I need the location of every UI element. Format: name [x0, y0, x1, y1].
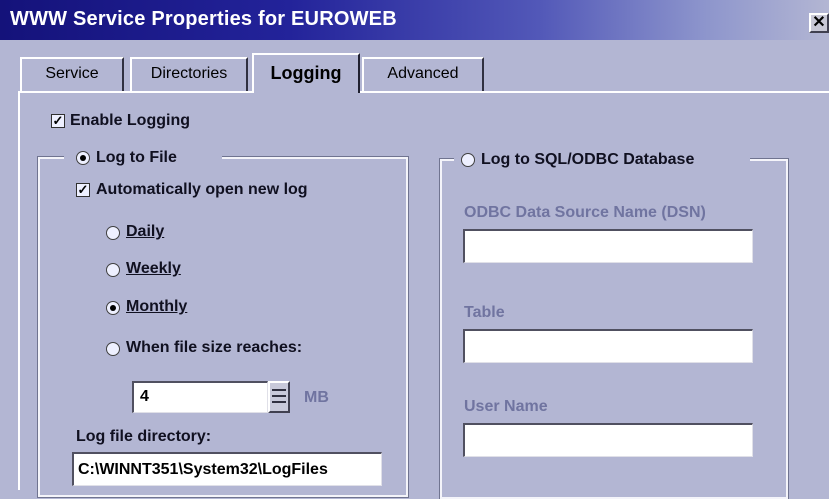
- spinner-up-icon: [272, 389, 286, 391]
- tab-logging-label: Logging: [270, 63, 342, 83]
- file-size-spinner[interactable]: [268, 381, 290, 413]
- file-size-label: When file size reaches:: [126, 339, 303, 356]
- log-directory-input[interactable]: C:\WINNT351\System32\LogFiles: [72, 452, 382, 486]
- dsn-label: ODBC Data Source Name (DSN): [464, 204, 706, 221]
- weekly-radio[interactable]: [106, 263, 120, 277]
- tab-service[interactable]: Service: [20, 57, 124, 91]
- log-to-database-label: Log to SQL/ODBC Database: [481, 151, 695, 168]
- monthly-label: Monthly: [126, 298, 188, 315]
- file-size-input[interactable]: 4: [132, 381, 268, 413]
- monthly-radio[interactable]: [106, 301, 120, 315]
- file-size-radio[interactable]: [106, 342, 120, 356]
- log-directory-label: Log file directory:: [76, 428, 212, 445]
- window-title: WWW Service Properties for EUROWEB: [10, 8, 397, 30]
- table-label: Table: [464, 304, 505, 321]
- tab-directories-label: Directories: [150, 65, 228, 82]
- table-input[interactable]: [463, 329, 753, 363]
- enable-logging-label: Enable Logging: [70, 112, 190, 129]
- auto-open-new-log-label: Automatically open new log: [96, 181, 308, 198]
- user-name-label: User Name: [464, 398, 548, 415]
- spinner-down-icon: [272, 401, 286, 403]
- log-to-file-radio[interactable]: [76, 151, 90, 165]
- log-to-file-label: Log to File: [96, 149, 177, 166]
- log-to-database-radio[interactable]: [461, 153, 475, 167]
- close-button[interactable]: ✕: [809, 13, 829, 33]
- user-name-input[interactable]: [463, 423, 753, 457]
- log-directory-value: C:\WINNT351\System32\LogFiles: [78, 461, 328, 478]
- enable-logging-checkbox[interactable]: ✓: [51, 114, 65, 128]
- log-to-file-group: [37, 156, 409, 498]
- tab-advanced[interactable]: Advanced: [362, 57, 484, 91]
- close-icon: ✕: [812, 14, 826, 31]
- daily-radio[interactable]: [106, 226, 120, 240]
- auto-open-new-log-checkbox[interactable]: ✓: [76, 183, 90, 197]
- weekly-label: Weekly: [126, 260, 181, 277]
- title-bar: WWW Service Properties for EUROWEB: [0, 0, 829, 40]
- dsn-input[interactable]: [463, 229, 753, 263]
- daily-label: Daily: [126, 223, 165, 240]
- file-size-unit: MB: [304, 389, 329, 406]
- tab-logging[interactable]: Logging: [252, 53, 360, 93]
- tab-service-label: Service: [45, 65, 99, 82]
- tab-advanced-label: Advanced: [387, 65, 459, 82]
- tab-directories[interactable]: Directories: [130, 57, 248, 91]
- file-size-value: 4: [140, 388, 149, 405]
